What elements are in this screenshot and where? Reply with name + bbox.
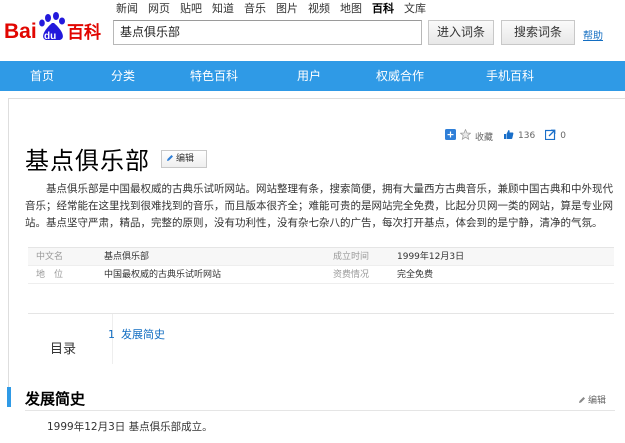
table-of-contents: 目录 1 发展简史 (28, 313, 614, 364)
section-text: 1999年12月3日 基点俱乐部成立。 (47, 421, 213, 433)
like-count: 136 (518, 131, 536, 141)
svg-text:百科: 百科 (67, 22, 101, 43)
section-title: 发展简史 (25, 390, 86, 408)
share-icon[interactable] (545, 129, 556, 143)
section-edit-label: 编辑 (588, 396, 607, 406)
top-nav-item[interactable]: 音乐 (244, 2, 266, 16)
page-title: 基点俱乐部 (25, 147, 150, 175)
basic-info-box: 中文名 基点俱乐部 成立时间 1999年12月3日地 位 中国最权威的古典乐试听网站 资费… (28, 247, 614, 284)
collect-label[interactable]: 收藏 (475, 130, 493, 143)
main-nav-item[interactable]: 用户 (266, 61, 352, 91)
main-nav: 首页 分类 特色百科 用户 权威合作 手机百科 (0, 61, 625, 91)
info-key: 地 位 (36, 270, 64, 280)
top-nav-item[interactable]: 地图 (340, 2, 362, 16)
info-row: 中文名 基点俱乐部 成立时间 1999年12月3日 (28, 248, 614, 266)
entry-summary: 基点俱乐部是中国最权威的古典乐试听网站。网站整理有条，搜索简便，拥有大量西方古典… (25, 183, 613, 229)
top-nav-item[interactable]: 知道 (212, 2, 234, 16)
search-input[interactable]: 基点俱乐部 (113, 20, 422, 45)
entry-tools: 收藏 136 0 (445, 128, 566, 143)
thumbs-up-icon[interactable] (503, 129, 514, 143)
top-nav-item[interactable]: 网页 (148, 2, 170, 16)
top-nav-item[interactable]: 新闻 (116, 2, 138, 16)
share-count: 0 (560, 131, 566, 141)
main-nav-item[interactable]: 权威合作 (352, 61, 448, 91)
toc-item-label: 发展简史 (121, 328, 165, 341)
info-key: 资费情况 (333, 270, 370, 280)
svg-text:Bai: Bai (4, 20, 37, 43)
info-value: 中国最权威的古典乐试听网站 (104, 270, 222, 280)
toc-item-number: 1 (108, 328, 115, 341)
top-nav-item[interactable]: 文库 (404, 2, 426, 16)
pencil-icon (579, 397, 585, 403)
toc-title: 目录 (50, 342, 77, 357)
section-marker (7, 387, 11, 407)
toc-item-history[interactable]: 1 发展简史 (108, 326, 165, 342)
info-value: 1999年12月3日 (397, 252, 465, 262)
baidu-baike-logo[interactable]: Bai du 百科 (4, 8, 104, 44)
top-nav-item[interactable]: 图片 (276, 2, 298, 16)
main-nav-item[interactable]: 首页 (0, 61, 84, 91)
info-row: 地 位 中国最权威的古典乐试听网站 资费情况 完全免费 (28, 266, 614, 284)
search-entry-button[interactable]: 搜索词条 (501, 20, 575, 45)
main-nav-item[interactable]: 手机百科 (448, 61, 572, 91)
section-divider (25, 410, 615, 411)
svg-text:du: du (44, 31, 56, 42)
info-key: 成立时间 (333, 252, 370, 262)
top-nav-item[interactable]: 贴吧 (180, 2, 202, 16)
main-nav-item[interactable]: 分类 (84, 61, 162, 91)
enter-entry-button[interactable]: 进入词条 (428, 20, 494, 45)
top-nav-item[interactable]: 百科 (372, 2, 394, 16)
top-nav: 新闻 网页 贴吧 知道 音乐 图片 视频 地图 百科 文库 (116, 2, 436, 16)
edit-label: 编辑 (176, 154, 195, 164)
help-link[interactable]: 帮助 (583, 27, 603, 42)
main-nav-item[interactable]: 特色百科 (162, 61, 266, 91)
star-icon[interactable] (459, 128, 472, 143)
pencil-icon (167, 155, 173, 161)
info-key: 中文名 (36, 252, 64, 262)
section-edit-button[interactable]: 编辑 (578, 393, 606, 406)
add-icon[interactable] (445, 129, 456, 143)
info-value: 完全免费 (397, 270, 434, 280)
top-nav-item[interactable]: 视频 (308, 2, 330, 16)
info-value: 基点俱乐部 (104, 252, 150, 262)
edit-entry-button[interactable]: 编辑 (161, 150, 207, 168)
